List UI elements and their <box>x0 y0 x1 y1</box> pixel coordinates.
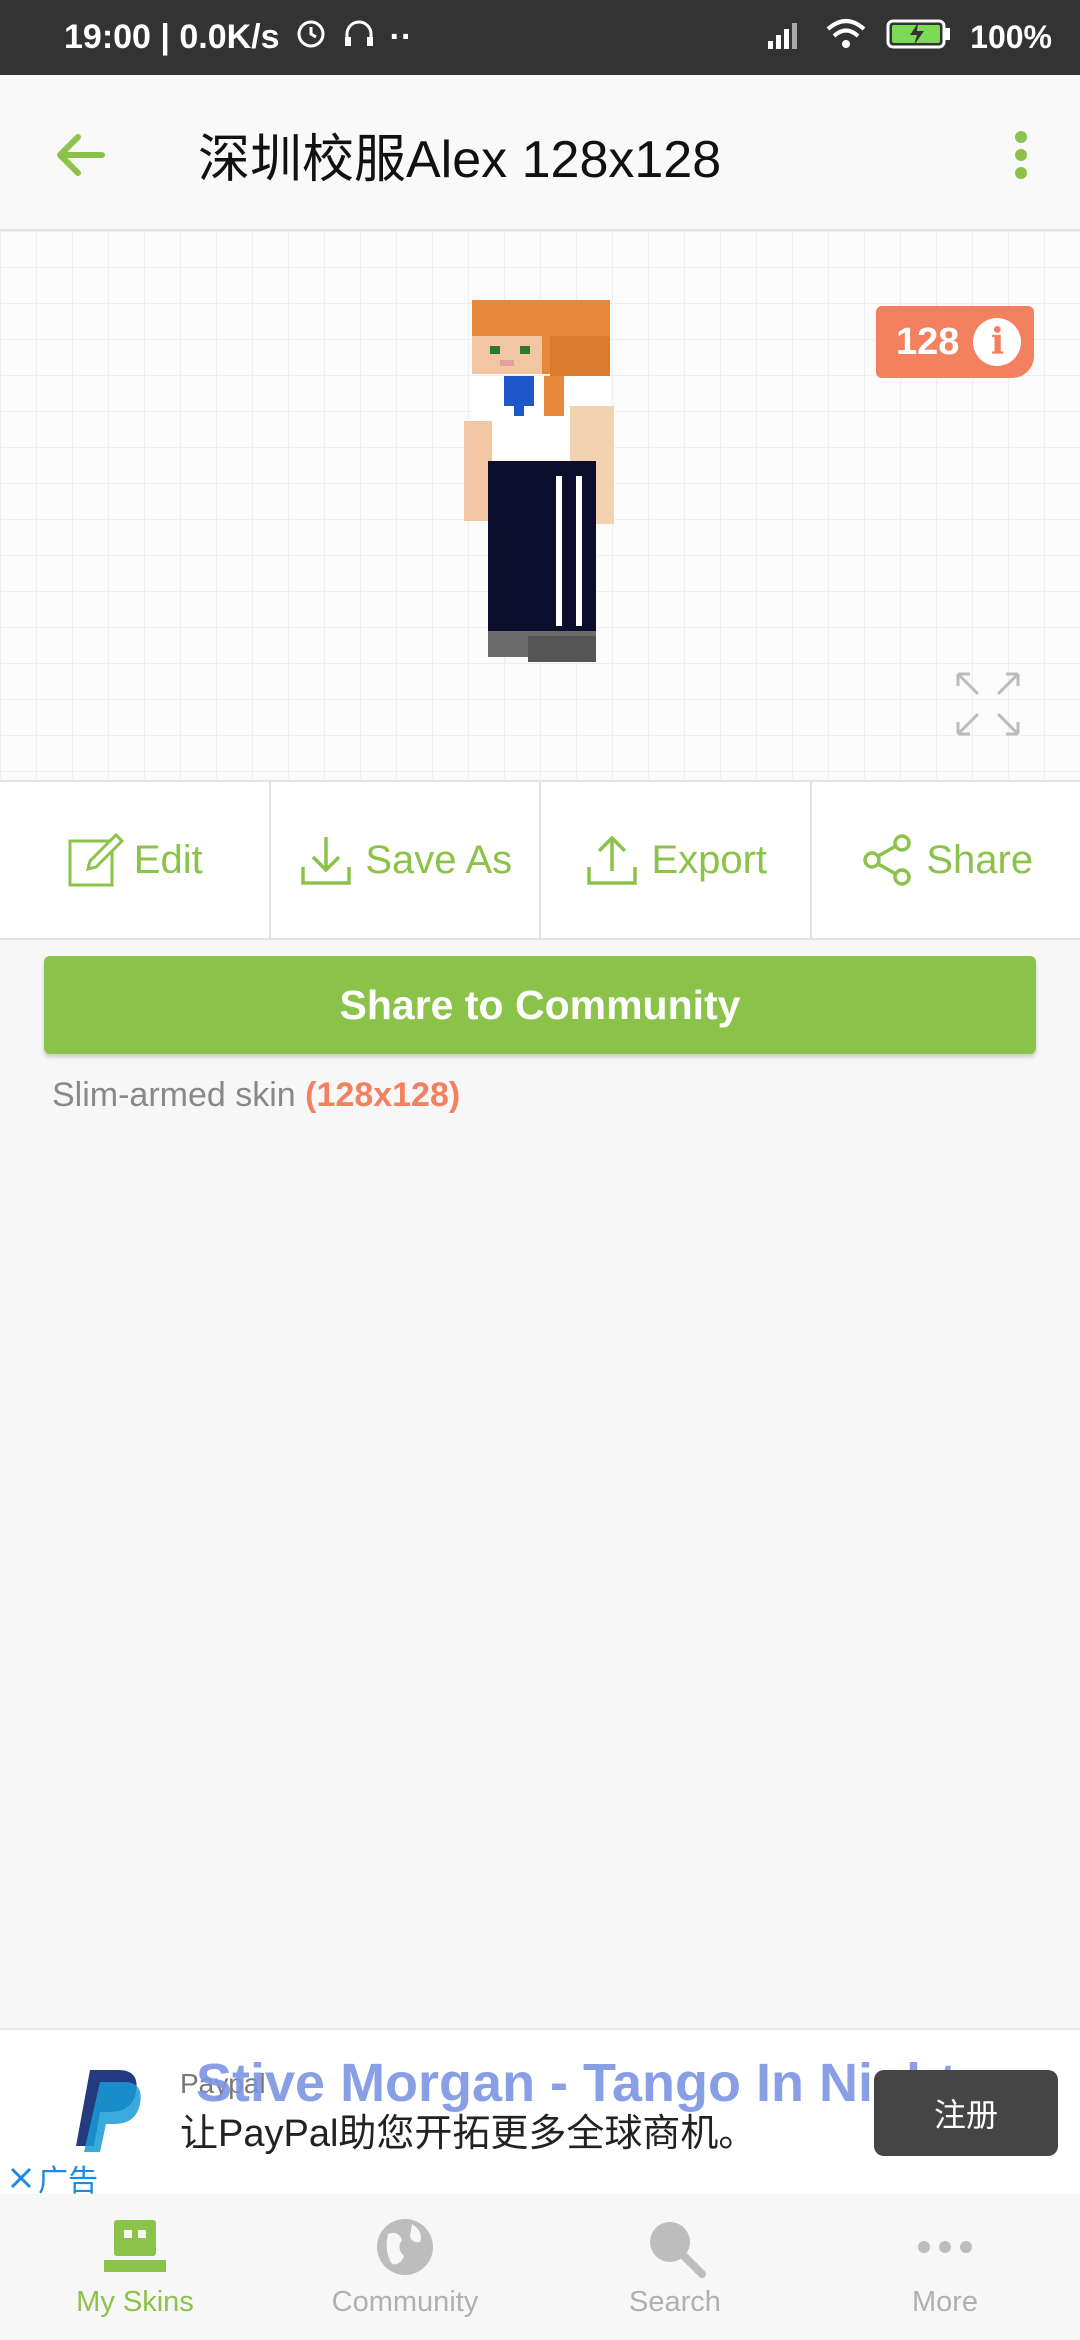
nav-more-label: More <box>911 2286 979 2318</box>
nav-search[interactable]: Search <box>540 2194 810 2340</box>
arrow-left-icon <box>57 134 105 176</box>
nav-search-label: Search <box>629 2286 721 2318</box>
save-as-label: Save As <box>365 837 513 882</box>
download-icon <box>301 837 352 885</box>
share-icon <box>863 834 912 886</box>
headphones-icon <box>342 16 376 59</box>
search-icon <box>640 2216 710 2278</box>
expand-icon <box>956 672 1020 736</box>
edit-label: Edit <box>133 837 203 882</box>
nav-my-skins-label: My Skins <box>76 2286 194 2318</box>
skin-type: Slim-armed skin <box>52 1076 296 1114</box>
action-bar: Edit Save As Export Share <box>0 780 1080 940</box>
edit-icon <box>68 832 124 887</box>
export-label: Export <box>651 837 768 882</box>
skin-character-image[interactable] <box>460 296 630 736</box>
battery-percent: 100% <box>970 19 1052 55</box>
paypal-logo <box>76 2070 141 2152</box>
export-button[interactable]: Export <box>541 782 812 938</box>
nav-community-label: Community <box>331 2286 479 2318</box>
status-left: 19:00 | 0.0K/s ·· <box>64 0 412 75</box>
nav-my-skins[interactable]: My Skins <box>0 2194 270 2340</box>
share-to-community-button[interactable]: Share to Community <box>44 956 1036 1054</box>
status-more-dots: ·· <box>389 18 413 56</box>
battery-icon <box>886 17 952 59</box>
resolution-badge[interactable]: 128 i <box>876 306 1034 378</box>
nav-community[interactable]: Community <box>270 2194 540 2340</box>
back-button[interactable] <box>40 115 120 195</box>
my-skins-icon <box>100 2216 170 2278</box>
ad-register-button[interactable]: 注册 <box>874 2070 1058 2156</box>
upload-icon <box>587 835 638 885</box>
edit-button[interactable]: Edit <box>0 782 271 938</box>
more-icon <box>910 2216 980 2278</box>
nav-more[interactable]: More <box>810 2194 1080 2340</box>
globe-icon <box>370 2216 440 2278</box>
resolution-badge-text: 128 <box>896 320 960 363</box>
skin-size: (128x128) <box>305 1076 461 1114</box>
signal-icon <box>764 17 806 59</box>
overflow-menu-button[interactable] <box>986 115 1056 195</box>
alarm-icon <box>294 16 328 59</box>
save-as-button[interactable]: Save As <box>271 782 541 938</box>
fullscreen-button[interactable] <box>952 668 1024 740</box>
wifi-icon <box>824 17 868 59</box>
app-bar: 深圳校服Alex 128x128 <box>0 75 1080 231</box>
status-bar: 19:00 | 0.0K/s ·· 100% <box>0 0 1080 75</box>
more-vertical-icon <box>1015 131 1027 179</box>
info-icon: i <box>973 318 1022 366</box>
ad-banner[interactable]: Paypal 让PayPal助您开拓更多全球商机。 Stive Morgan -… <box>0 2028 1080 2198</box>
status-time: 19:00 | 0.0K/s <box>64 18 280 56</box>
skin-info: Slim-armed skin (128x128) <box>52 1076 460 1115</box>
bottom-nav: My Skins Community Search More <box>0 2194 1080 2340</box>
page-title: 深圳校服Alex 128x128 <box>198 131 722 189</box>
share-button[interactable]: Share <box>812 782 1080 938</box>
music-overlay-text: Stive Morgan - Tango In Night <box>196 2053 957 2113</box>
status-right: 100% <box>764 0 1052 75</box>
close-icon <box>10 2167 32 2189</box>
share-label: Share <box>926 837 1034 882</box>
